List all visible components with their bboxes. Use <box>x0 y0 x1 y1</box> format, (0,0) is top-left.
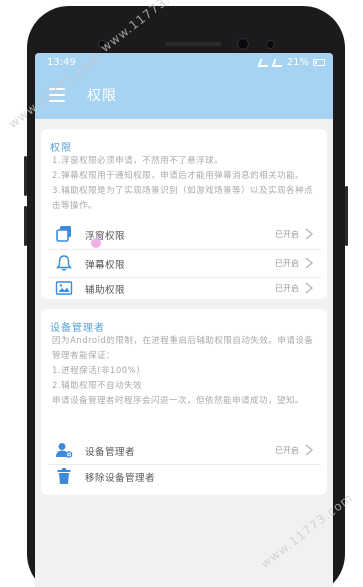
touch-indicator <box>91 238 101 248</box>
device-admin-note-line: 申请设备管理者时程序会闪退一次，但依然能申请成功，望知。 <box>52 396 305 406</box>
status-icons: 21% <box>257 57 325 68</box>
device-admin-card: 设备管理者 因为Android的限制，在进程重启后辅助权限自动失效。申请设备管理… <box>41 309 327 495</box>
trash-icon <box>57 468 71 484</box>
permissions-section-title: 权限 <box>50 143 72 154</box>
device-admin-note: 因为Android的限制，在进程重启后辅助权限自动失效。申请设备管理者能保证： … <box>52 334 320 409</box>
signal-icon <box>257 58 271 67</box>
user-gear-icon <box>56 443 73 458</box>
device-admin-note-line: 1.进程保活(非100%) <box>52 366 141 376</box>
permission-status: 已开启 <box>275 259 299 268</box>
bell-icon <box>56 255 72 271</box>
permissions-card: 权限 1.浮窗权限必须申请，不然用不了悬浮球。 2.弹幕权限用于通知权限，申请后… <box>41 129 327 299</box>
permission-label: 弹幕权限 <box>85 260 126 271</box>
chevron-right-icon <box>305 444 314 456</box>
phone-screen: 13:49 21% 权限 权限 1.浮窗权限必须申请，不然用不了悬浮球。 2.弹… <box>35 53 333 587</box>
front-camera-icon <box>237 38 249 50</box>
device-admin-section-title: 设备管理者 <box>50 323 105 334</box>
device-admin-row[interactable]: 设备管理者 已开启 <box>49 437 321 463</box>
battery-percent: 21% <box>286 57 309 68</box>
permission-row-accessibility[interactable]: 辅助权限 已开启 <box>49 275 321 301</box>
device-admin-note-line: 因为Android的限制，在进程重启后辅助权限自动失效。申请设备管理者能保证： <box>52 336 314 361</box>
permissions-note: 1.浮窗权限必须申请，不然用不了悬浮球。 2.弹幕权限用于通知权限，申请后才能用… <box>52 154 320 214</box>
chevron-right-icon <box>305 257 314 269</box>
sensor-icon <box>266 40 275 49</box>
device-admin-note-line: 2.辅助权限不自动失效 <box>52 381 143 391</box>
remove-device-admin-row[interactable]: 移除设备管理者 <box>49 463 321 489</box>
chevron-right-icon <box>305 228 314 240</box>
chevron-right-icon <box>305 282 314 294</box>
device-admin-label: 设备管理者 <box>85 447 136 458</box>
permissions-note-line: 1.浮窗权限必须申请，不然用不了悬浮球。 <box>52 156 224 166</box>
window-stack-icon <box>56 226 71 242</box>
permission-status: 已开启 <box>275 230 299 239</box>
status-time: 13:49 <box>47 57 76 68</box>
permissions-note-line: 3.辅助权限是为了实现场景识别（如游戏场景等）以及实现各种点击等操作。 <box>52 186 314 211</box>
permission-label: 辅助权限 <box>85 285 126 296</box>
permission-row-barrage[interactable]: 弹幕权限 已开启 <box>49 250 321 276</box>
wifi-icon <box>271 58 285 67</box>
permissions-note-line: 2.弹幕权限用于通知权限，申请后才能用弹幕消息的相关功能。 <box>52 171 305 181</box>
device-admin-status: 已开启 <box>275 446 299 455</box>
remove-device-admin-label: 移除设备管理者 <box>85 473 156 484</box>
volume-button <box>24 206 27 246</box>
picture-frame-icon <box>55 281 73 295</box>
volume-button <box>24 156 27 196</box>
page-title: 权限 <box>87 88 117 104</box>
battery-icon <box>313 59 325 66</box>
permission-row-float-window[interactable]: 浮窗权限 已开启 <box>49 221 321 247</box>
power-button <box>345 186 348 246</box>
permission-status: 已开启 <box>275 284 299 293</box>
earpiece-speaker <box>165 42 221 46</box>
